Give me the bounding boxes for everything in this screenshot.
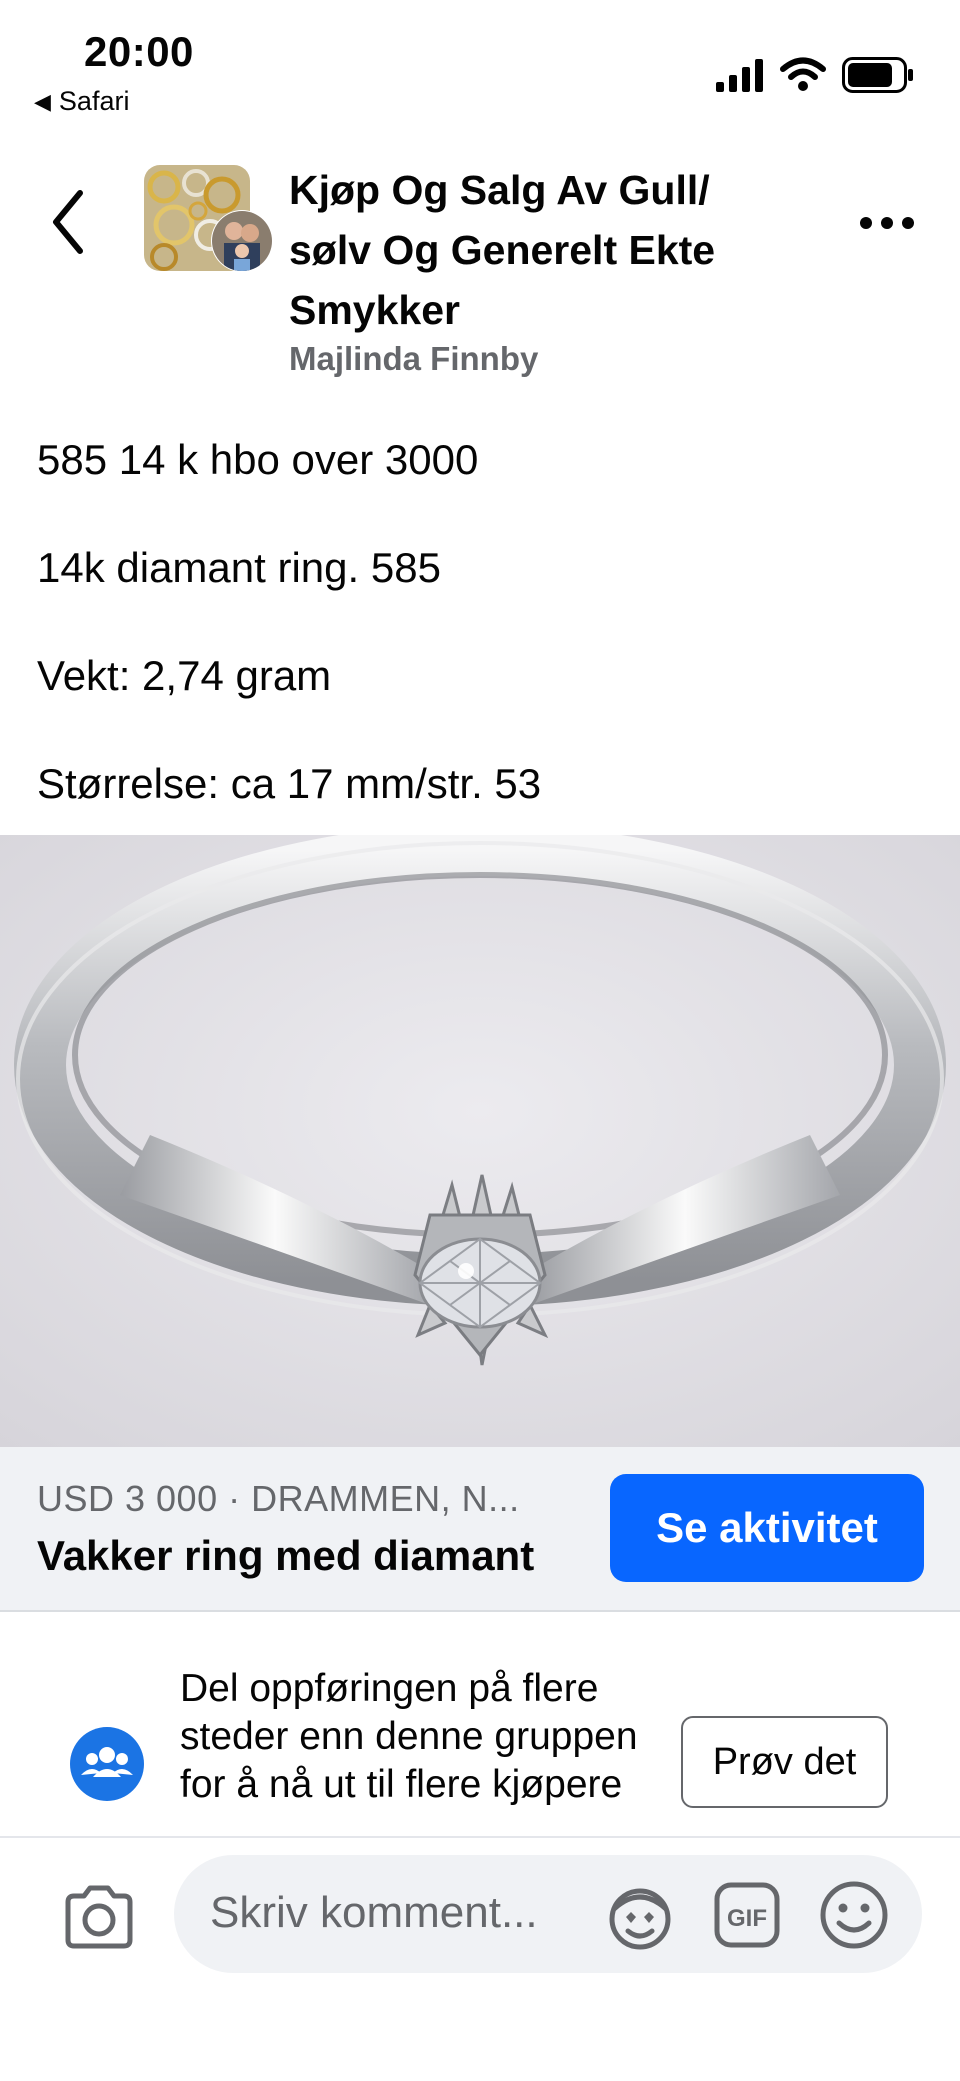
back-triangle-icon: ◀ — [34, 88, 51, 114]
avatar-sticker-icon[interactable] — [604, 1883, 676, 1951]
listing-title[interactable]: Vakker ring med diamant — [37, 1532, 534, 1580]
post-text-line: 14k diamant ring. 585 — [37, 544, 441, 591]
status-time: 20:00 — [84, 28, 194, 75]
listing-price-location: USD 3 000 · DRAMMEN, N... — [37, 1478, 520, 1519]
back-chevron-icon[interactable] — [44, 185, 96, 259]
group-avatar[interactable] — [144, 165, 272, 271]
wifi-icon — [780, 57, 826, 91]
post-author[interactable]: Majlinda Finnby — [289, 340, 538, 378]
listing-photo[interactable] — [0, 835, 960, 1447]
ring-photo-image — [0, 835, 960, 1447]
group-title-line: sølv Og Generelt Ekte — [289, 227, 716, 273]
camera-icon[interactable] — [62, 1884, 136, 1950]
battery-icon — [842, 57, 913, 93]
post-text-line: Vekt: 2,74 gram — [37, 652, 332, 699]
comment-placeholder: Skriv komment... — [210, 1888, 538, 1937]
back-app-label: Safari — [58, 86, 130, 116]
group-title[interactable]: Kjøp Og Salg Av Gull/ sølv Og Generelt E… — [289, 160, 799, 340]
group-people-icon — [70, 1727, 144, 1801]
group-title-line: Kjøp Og Salg Av Gull/ — [289, 167, 710, 213]
emoji-icon[interactable] — [818, 1879, 890, 1951]
back-to-safari[interactable]: ◀ Safari — [34, 86, 129, 117]
svg-text:GIF: GIF — [727, 1905, 767, 1932]
see-activity-button[interactable]: Se aktivitet — [610, 1474, 924, 1582]
cellular-signal-icon — [716, 59, 763, 92]
try-it-button[interactable]: Prøv det — [681, 1716, 888, 1808]
group-title-line: Smykker — [289, 287, 460, 333]
post-text-line: Størrelse: ca 17 mm/str. 53 — [37, 760, 542, 807]
promo-text: Del oppføringen på flere steder enn denn… — [180, 1667, 638, 1806]
more-options-icon[interactable] — [858, 208, 916, 238]
gif-icon[interactable]: GIF — [713, 1881, 781, 1949]
post-text-line: 585 14 k hbo over 3000 — [37, 436, 479, 483]
